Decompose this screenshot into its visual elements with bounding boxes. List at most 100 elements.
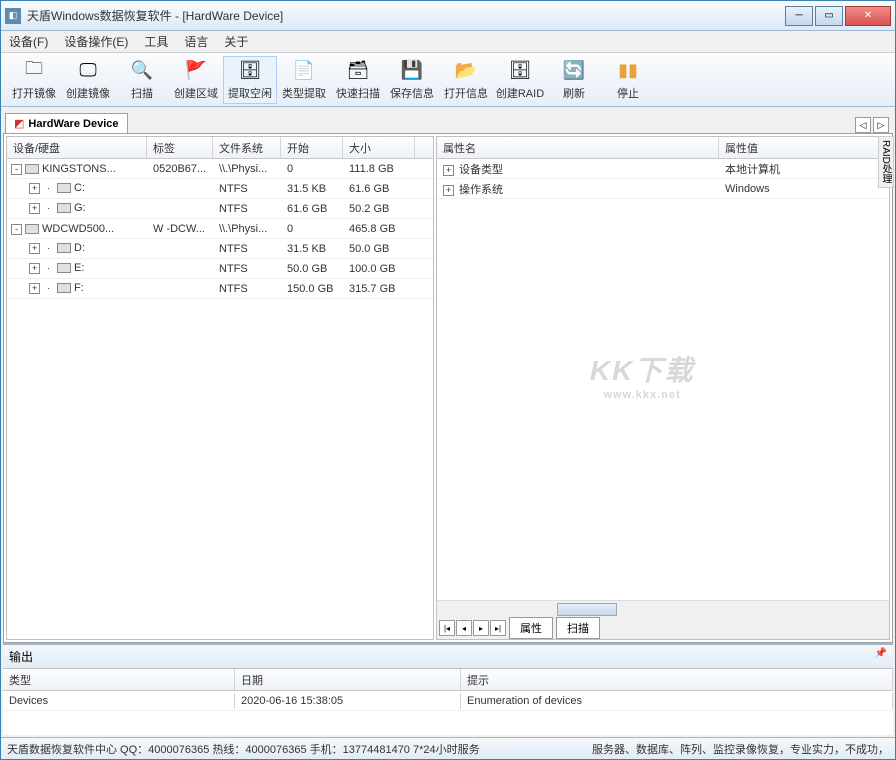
window-title: 天盾Windows数据恢复软件 - [HardWare Device] <box>27 7 785 24</box>
tree-toggle[interactable]: · <box>43 204 54 215</box>
horizontal-scrollbar[interactable] <box>437 600 889 617</box>
side-tab-raid[interactable]: RAID处理 <box>878 136 894 188</box>
open-info-icon: 📂 <box>454 59 478 83</box>
col-start[interactable]: 开始 <box>281 137 343 158</box>
close-button[interactable]: ✕ <box>845 6 891 26</box>
table-row[interactable]: Devices2020-06-16 15:38:05Enumeration of… <box>3 691 893 711</box>
table-row[interactable]: +·G:NTFS61.6 GB50.2 GB <box>7 199 433 219</box>
create-image-icon: 🖵 <box>76 59 100 83</box>
table-row[interactable]: +操作系统Windows <box>437 179 889 199</box>
property-grid[interactable]: KK下载www.kkx.net +设备类型本地计算机+操作系统Windows <box>437 159 889 600</box>
tree-toggle[interactable]: + <box>29 243 40 254</box>
create-raid-button[interactable]: 🗄创建RAID <box>493 56 547 104</box>
device-label <box>147 187 213 191</box>
status-right: 服务器、数据库、阵列、监控录像恢复，专业实力，不成功， <box>592 741 889 757</box>
type-extract-button[interactable]: 📄类型提取 <box>277 56 331 104</box>
col-size[interactable]: 大小 <box>343 137 415 158</box>
tree-toggle[interactable]: - <box>11 224 22 235</box>
table-row[interactable]: +·D:NTFS31.5 KB50.0 GB <box>7 239 433 259</box>
device-start: 150.0 GB <box>281 281 343 297</box>
tree-toggle[interactable]: · <box>43 184 54 195</box>
device-size: 315.7 GB <box>343 281 415 297</box>
device-name: C: <box>74 182 85 194</box>
output-col-hint[interactable]: 提示 <box>461 669 893 690</box>
inner-tab-last[interactable]: ▸| <box>490 620 506 636</box>
refresh-button[interactable]: 🔄刷新 <box>547 56 601 104</box>
table-row[interactable]: +·E:NTFS50.0 GB100.0 GB <box>7 259 433 279</box>
col-filesystem[interactable]: 文件系统 <box>213 137 281 158</box>
device-grid[interactable]: -KINGSTONS...0520B67...\\.\Physi...0111.… <box>7 159 433 639</box>
device-fs: NTFS <box>213 241 281 257</box>
tree-toggle[interactable]: + <box>29 203 40 214</box>
tree-toggle[interactable]: - <box>11 164 22 175</box>
create-image-button[interactable]: 🖵创建镜像 <box>61 56 115 104</box>
device-size: 111.8 GB <box>343 161 415 177</box>
device-label <box>147 267 213 271</box>
inner-tab-properties[interactable]: 属性 <box>509 617 553 639</box>
menu-language[interactable]: 语言 <box>184 33 208 50</box>
minimize-button[interactable]: ─ <box>785 6 813 26</box>
flag-icon: 🚩 <box>184 59 208 83</box>
pin-icon[interactable]: 📌 <box>875 648 887 665</box>
device-name: G: <box>74 202 86 214</box>
disk-icon <box>25 224 39 234</box>
watermark: KK下载www.kkx.net <box>590 348 694 400</box>
device-label <box>147 247 213 251</box>
col-label[interactable]: 标签 <box>147 137 213 158</box>
table-row[interactable]: +·F:NTFS150.0 GB315.7 GB <box>7 279 433 299</box>
device-name: D: <box>74 242 85 254</box>
menu-tools[interactable]: 工具 <box>144 33 168 50</box>
device-label <box>147 207 213 211</box>
device-start: 0 <box>281 161 343 177</box>
tree-toggle[interactable]: · <box>43 244 54 255</box>
inner-tab-prev[interactable]: ◂ <box>456 620 472 636</box>
output-col-type[interactable]: 类型 <box>3 669 235 690</box>
col-device[interactable]: 设备/硬盘 <box>7 137 147 158</box>
menu-device[interactable]: 设备(F) <box>9 33 48 50</box>
create-region-button[interactable]: 🚩创建区域 <box>169 56 223 104</box>
tab-prev-button[interactable]: ◁ <box>855 117 871 133</box>
table-row[interactable]: -WDCWD500...W -DCW...\\.\Physi...0465.8 … <box>7 219 433 239</box>
tree-toggle[interactable]: + <box>29 183 40 194</box>
device-size: 465.8 GB <box>343 221 415 237</box>
device-name: WDCWD500... <box>42 223 114 235</box>
col-property-value[interactable]: 属性值 <box>719 137 889 158</box>
menu-device-ops[interactable]: 设备操作(E) <box>64 33 128 50</box>
table-row[interactable]: +·C:NTFS31.5 KB61.6 GB <box>7 179 433 199</box>
inner-tab-next[interactable]: ▸ <box>473 620 489 636</box>
output-col-date[interactable]: 日期 <box>235 669 461 690</box>
col-property-name[interactable]: 属性名 <box>437 137 719 158</box>
tree-toggle[interactable]: + <box>29 283 40 294</box>
device-fs: NTFS <box>213 201 281 217</box>
scan-button[interactable]: 🔍扫描 <box>115 56 169 104</box>
device-fs: \\.\Physi... <box>213 221 281 237</box>
tree-toggle[interactable]: · <box>43 284 54 295</box>
tree-toggle[interactable]: · <box>43 264 54 275</box>
open-image-button[interactable]: 🗀打开镜像 <box>7 56 61 104</box>
property-name: 设备类型 <box>459 164 503 176</box>
menu-about[interactable]: 关于 <box>224 33 248 50</box>
device-fs: NTFS <box>213 261 281 277</box>
device-name: KINGSTONS... <box>42 163 116 175</box>
maximize-button[interactable]: ▭ <box>815 6 843 26</box>
extract-space-button[interactable]: 🗄提取空闲 <box>223 56 277 104</box>
output-type: Devices <box>3 693 235 709</box>
menubar: 设备(F) 设备操作(E) 工具 语言 关于 <box>1 31 895 53</box>
inner-tab-scan[interactable]: 扫描 <box>556 617 600 639</box>
inner-tab-first[interactable]: |◂ <box>439 620 455 636</box>
drive-icon <box>57 203 71 213</box>
save-info-button[interactable]: 💾保存信息 <box>385 56 439 104</box>
tab-next-button[interactable]: ▷ <box>873 117 889 133</box>
tab-hardware-device[interactable]: ◩ HardWare Device <box>5 113 128 133</box>
tree-toggle[interactable]: + <box>29 263 40 274</box>
tree-toggle[interactable]: + <box>443 165 454 176</box>
output-grid[interactable]: Devices2020-06-16 15:38:05Enumeration of… <box>3 691 893 735</box>
tree-toggle[interactable]: + <box>443 185 454 196</box>
disk-icon <box>25 164 39 174</box>
open-info-button[interactable]: 📂打开信息 <box>439 56 493 104</box>
device-start: 31.5 KB <box>281 241 343 257</box>
quick-scan-button[interactable]: 🗃快速扫描 <box>331 56 385 104</box>
table-row[interactable]: -KINGSTONS...0520B67...\\.\Physi...0111.… <box>7 159 433 179</box>
table-row[interactable]: +设备类型本地计算机 <box>437 159 889 179</box>
stop-button[interactable]: ▮▮停止 <box>601 56 655 104</box>
